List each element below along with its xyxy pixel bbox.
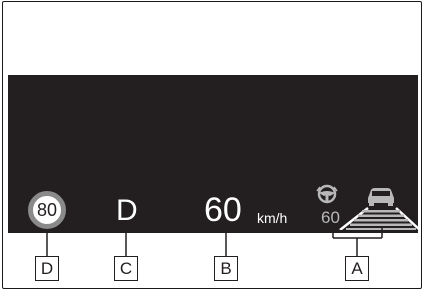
label-d: D [35,256,59,281]
callout-lines [46,228,383,256]
label-b: B [214,256,238,281]
label-a-text: A [351,258,363,278]
label-c: C [114,256,138,281]
label-c-text: C [119,258,133,278]
label-a: A [345,256,369,281]
label-d-text: D [40,258,54,278]
label-b-text: B [220,258,232,278]
